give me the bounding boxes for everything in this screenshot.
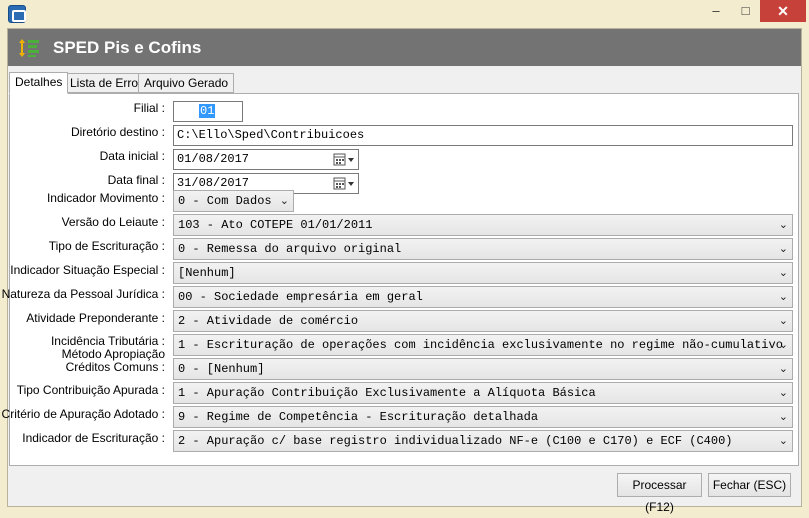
chevron-down-icon: ⌄	[778, 266, 788, 279]
data-inicial-input[interactable]: 01/08/2017	[173, 149, 359, 170]
tab-bar: Detalhes Lista de Erro Arquivo Gerado	[8, 72, 801, 94]
criterio-label: Critério de Apuração Adotado :	[1, 407, 165, 421]
close-button[interactable]: ✕	[760, 0, 806, 22]
maximize-button[interactable]: □	[731, 0, 760, 22]
atividade-label: Atividade Preponderante :	[26, 311, 165, 325]
data-final-label: Data final :	[107, 173, 165, 187]
chevron-down-icon: ⌄	[778, 314, 788, 327]
atividade-select[interactable]: 2 - Atividade de comércio ⌄	[173, 310, 793, 332]
natureza-pj-label: Natureza da Pessoal Jurídica :	[1, 287, 165, 301]
criterio-value: 9 - Regime de Competência - Escrituração…	[178, 410, 539, 424]
tipo-escrituracao-label: Tipo de Escrituração :	[48, 239, 165, 253]
filial-label: Filial :	[133, 101, 165, 115]
tipo-escrituracao-value: 0 - Remessa do arquivo original	[178, 242, 402, 256]
indicador-movimento-value: 0 - Com Dados	[178, 194, 272, 208]
indicador-movimento-select[interactable]: 0 - Com Dados ⌄	[173, 190, 294, 212]
metodo-value: 0 - [Nenhum]	[178, 362, 265, 376]
incidencia-label: Incidência Tributária :	[50, 334, 165, 348]
versao-leiaute-select[interactable]: 103 - Ato COTEPE 01/01/2011 ⌄	[173, 214, 793, 236]
diretorio-label: Diretório destino :	[70, 125, 165, 139]
atividade-value: 2 - Atividade de comércio	[178, 314, 359, 328]
filial-input[interactable]: 01	[173, 101, 243, 122]
chevron-down-icon: ⌄	[279, 194, 289, 207]
criterio-select[interactable]: 9 - Regime de Competência - Escrituração…	[173, 406, 793, 428]
diretorio-input[interactable]: C:\Ello\Sped\Contribuicoes	[173, 125, 793, 146]
indicador-situacao-label: Indicador Situação Especial :	[10, 263, 165, 277]
tab-arquivo-gerado[interactable]: Arquivo Gerado	[138, 73, 235, 93]
incidencia-value: 1 - Escrituração de operações com incidê…	[178, 338, 783, 352]
page-title: SPED Pis e Cofins	[53, 38, 202, 57]
details-panel: Filial : 01 Diretório destino : C:\Ello\…	[2, 93, 799, 466]
list-sort-icon	[19, 39, 39, 57]
tipo-escrituracao-select[interactable]: 0 - Remessa do arquivo original ⌄	[173, 238, 793, 260]
indicador-escrituracao-value: 2 - Apuração c/ base registro individual…	[178, 434, 733, 448]
incidencia-select[interactable]: 1 - Escrituração de operações com incidê…	[173, 334, 793, 356]
metodo-label-line2: Créditos Comuns :	[65, 360, 165, 374]
natureza-pj-value: 00 - Sociedade empresária em geral	[178, 290, 423, 304]
versao-leiaute-value: 103 - Ato COTEPE 01/01/2011	[178, 218, 373, 232]
data-inicial-value: 01/08/2017	[177, 152, 250, 166]
processar-button[interactable]: Processar (F12)	[617, 473, 702, 514]
chevron-down-icon: ⌄	[778, 434, 788, 447]
tipo-contribuicao-label: Tipo Contribuição Apurada :	[16, 383, 165, 397]
data-inicial-label: Data inicial :	[99, 149, 165, 163]
indicador-situacao-value: [Nenhum]	[178, 266, 236, 280]
calendar-dropdown-icon[interactable]	[333, 152, 355, 167]
indicador-movimento-label: Indicador Movimento :	[46, 191, 165, 205]
main-window: SPED Pis e Cofins Detalhes Lista de Erro…	[2, 28, 802, 514]
chevron-down-icon: ⌄	[778, 338, 788, 351]
indicador-situacao-select[interactable]: [Nenhum] ⌄	[173, 262, 793, 284]
title-bar: ‒ □ ✕	[0, 0, 809, 28]
filial-value: 01	[199, 104, 216, 118]
tab-lista-de-erro[interactable]: Lista de Erro	[64, 73, 145, 93]
tipo-contribuicao-select[interactable]: 1 - Apuração Contribuição Exclusivamente…	[173, 382, 793, 404]
chevron-down-icon: ⌄	[778, 218, 788, 231]
calendar-dropdown-icon[interactable]	[333, 176, 355, 191]
indicador-escrituracao-select[interactable]: 2 - Apuração c/ base registro individual…	[173, 430, 793, 452]
versao-leiaute-label: Versão do Leiaute :	[61, 215, 165, 229]
tab-detalhes[interactable]: Detalhes	[9, 72, 69, 94]
app-icon	[8, 5, 26, 23]
chevron-down-icon: ⌄	[778, 362, 788, 375]
chevron-down-icon: ⌄	[778, 242, 788, 255]
metodo-select[interactable]: 0 - [Nenhum] ⌄	[173, 358, 793, 380]
header-bar: SPED Pis e Cofins	[8, 29, 801, 66]
indicador-escrituracao-label: Indicador de Escrituração :	[22, 431, 165, 445]
tipo-contribuicao-value: 1 - Apuração Contribuição Exclusivamente…	[178, 386, 596, 400]
chevron-down-icon: ⌄	[778, 410, 788, 423]
data-final-value: 31/08/2017	[177, 176, 250, 190]
chevron-down-icon: ⌄	[778, 386, 788, 399]
minimize-button[interactable]: ‒	[701, 0, 731, 22]
metodo-label-line1: Método Apropiação	[61, 347, 165, 361]
chevron-down-icon: ⌄	[778, 290, 788, 303]
natureza-pj-select[interactable]: 00 - Sociedade empresária em geral ⌄	[173, 286, 793, 308]
fechar-button[interactable]: Fechar (ESC)	[708, 473, 791, 497]
